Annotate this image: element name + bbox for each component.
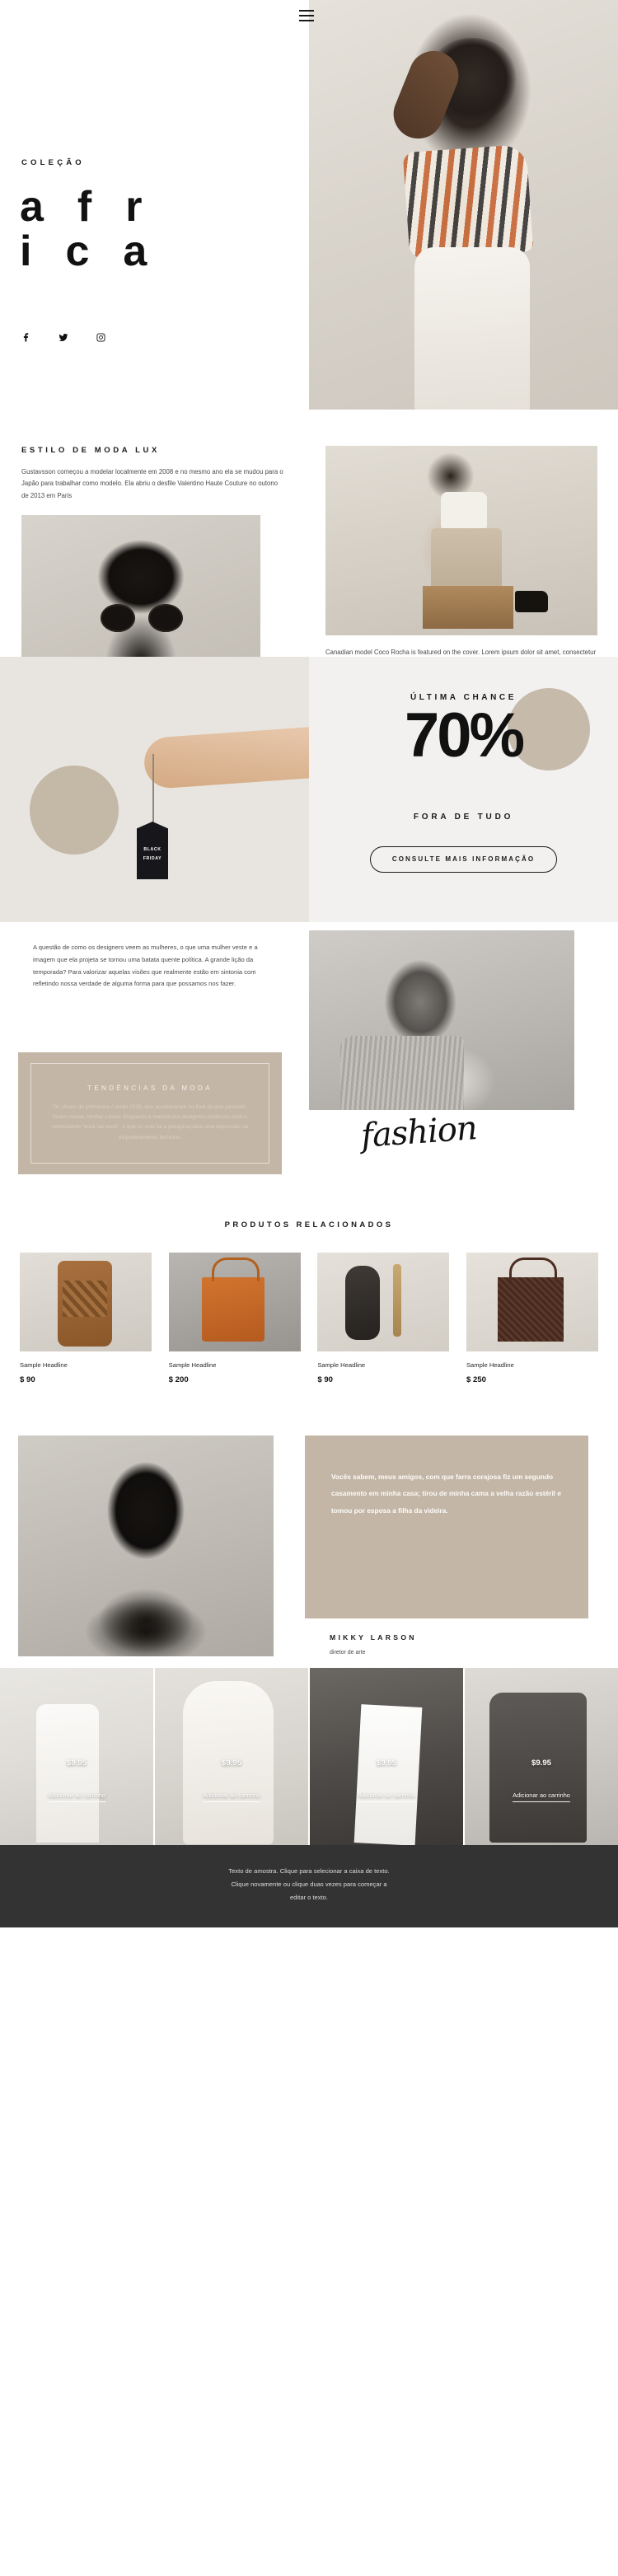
hand-shape xyxy=(143,726,309,790)
burger-bar xyxy=(299,14,314,17)
hero-kicker: COLEÇÃO xyxy=(21,158,85,167)
footer-line-2: Clique novamente ou clique duas vezes pa… xyxy=(231,1880,387,1888)
instagram-icon[interactable] xyxy=(96,333,105,342)
facebook-icon[interactable] xyxy=(21,333,30,342)
related-products-title: PRODUTOS RELACIONADOS xyxy=(224,1220,394,1229)
tan-leather-tote-image[interactable] xyxy=(168,1253,301,1351)
gallery-price: $9.95 xyxy=(531,1759,551,1768)
related-products-section: PRODUTOS RELACIONADOS Sample Headline $ … xyxy=(0,1196,618,1421)
wooden-stool-shape xyxy=(423,586,513,629)
trends-section: A questão de como os designers veem as m… xyxy=(0,922,618,1196)
testimonial-card: Vocês sabem, meus amigos, com que farra … xyxy=(305,1436,588,1618)
sale-kicker: ÚLTIMA CHANCE xyxy=(410,693,517,702)
footer-line-3: editar o texto. xyxy=(289,1893,328,1901)
product-card[interactable]: Sample Headline $ 90 xyxy=(20,1253,152,1384)
sale-section: BLACK FRIDAY ÚLTIMA CHANCE 70% FORA DE T… xyxy=(0,657,618,922)
testimonial-section: Vocês sabem, meus amigos, com que farra … xyxy=(0,1421,618,1668)
trends-card: TENDÊNCIAS DA MODA Os shows de primavera… xyxy=(18,1052,282,1174)
product-price: $ 90 xyxy=(317,1375,333,1384)
hero-section: COLEÇÃO a f r i c a xyxy=(0,0,618,410)
white-dress-street-image[interactable]: $9.95 Adicionar ao carrinho xyxy=(310,1668,463,1845)
sale-panel: ÚLTIMA CHANCE 70% FORA DE TUDO CONSULTE … xyxy=(309,657,618,922)
add-to-cart-link[interactable]: Adicionar ao carrinho xyxy=(310,1791,463,1802)
sale-more-info-button[interactable]: CONSULTE MAIS INFORMAÇÃO xyxy=(369,846,558,873)
product-card[interactable]: Sample Headline $ 90 xyxy=(317,1253,450,1384)
site-footer: Texto de amostra. Clique para selecionar… xyxy=(0,1845,618,1927)
tag-line-1: BLACK xyxy=(143,846,162,852)
woven-sandal-image[interactable] xyxy=(20,1253,152,1351)
product-name: Sample Headline xyxy=(20,1361,68,1369)
trends-model-image xyxy=(309,930,574,1110)
sunglasses-shape xyxy=(101,604,183,633)
trends-card-title: TENDÊNCIAS DA MODA xyxy=(87,1084,213,1093)
hero-striped-top-shape xyxy=(402,143,534,260)
decorative-circle xyxy=(30,766,119,855)
tag-line-2: FRIDAY xyxy=(143,855,162,861)
page-root: COLEÇÃO a f r i c a ESTILO DE MODA LUX G… xyxy=(0,0,618,1927)
hero-wordmark-row-2: i c a xyxy=(20,230,292,273)
dark-jacket-image[interactable]: $9.95 Adicionar ao carrinho xyxy=(465,1668,618,1845)
product-name: Sample Headline xyxy=(317,1361,366,1369)
crop-top-shape xyxy=(441,492,487,532)
trends-card-inner: TENDÊNCIAS DA MODA Os shows de primavera… xyxy=(30,1063,269,1164)
testimonial-author-name: MIKKY LARSON xyxy=(330,1633,417,1642)
white-outfit-image[interactable]: $9.95 Adicionar ao carrinho xyxy=(0,1668,153,1845)
hero-letter: a xyxy=(123,227,147,275)
gallery-price: $9.95 xyxy=(376,1759,396,1768)
product-price: $ 200 xyxy=(168,1375,189,1384)
estilo-title: ESTILO DE MODA LUX xyxy=(21,446,160,455)
gallery-price: $9.95 xyxy=(66,1759,87,1768)
add-to-cart-link[interactable]: Adicionar ao carrinho xyxy=(0,1791,153,1802)
sale-subtitle: FORA DE TUDO xyxy=(413,813,514,822)
product-price: $ 90 xyxy=(20,1375,35,1384)
gallery-price: $9.95 xyxy=(221,1759,241,1768)
trousers-shape xyxy=(431,528,502,589)
estilo-paragraph: Gustavsson começou a modelar localmente … xyxy=(21,468,283,499)
product-name: Sample Headline xyxy=(168,1361,217,1369)
product-price: $ 250 xyxy=(466,1375,486,1384)
footer-line-1: Texto de amostra. Clique para selecionar… xyxy=(228,1867,390,1875)
testimonial-author-role: diretor de arte xyxy=(330,1650,366,1656)
flip-flop-image[interactable] xyxy=(317,1253,450,1351)
product-card[interactable]: Sample Headline $ 250 xyxy=(466,1253,598,1384)
hero-model-image xyxy=(309,0,618,410)
hamburger-menu-icon[interactable] xyxy=(299,10,314,22)
testimonial-portrait-image xyxy=(18,1436,274,1656)
shoulders-shape xyxy=(68,1592,224,1656)
product-name: Sample Headline xyxy=(466,1361,514,1369)
product-card[interactable]: Sample Headline $ 200 xyxy=(168,1253,301,1384)
hero-pants-shape xyxy=(414,247,530,410)
estilo-section: ESTILO DE MODA LUX Gustavsson começou a … xyxy=(0,410,618,723)
fashion-script-word: fashion xyxy=(359,1109,479,1155)
shop-gallery-section: $9.95 Adicionar ao carrinho $9.95 Adicio… xyxy=(0,1668,618,1845)
hero-letter: r xyxy=(125,183,142,231)
sale-discount-value: 70% xyxy=(404,700,525,770)
add-to-cart-link[interactable]: Adicionar ao carrinho xyxy=(155,1791,308,1802)
hero-letter: a xyxy=(20,183,44,231)
hero-letter: i xyxy=(20,227,31,275)
model-on-stool-image xyxy=(325,446,597,635)
trends-intro-paragraph: A questão de como os designers veem as m… xyxy=(33,944,258,988)
hero-wordmark: a f r i c a xyxy=(20,185,292,274)
add-to-cart-link[interactable]: Adicionar ao carrinho xyxy=(465,1791,618,1802)
knit-sweater-shape xyxy=(340,1036,464,1110)
testimonial-text: Vocês sabem, meus amigos, com que farra … xyxy=(331,1473,561,1515)
product-grid: Sample Headline $ 90 Sample Headline $ 2… xyxy=(0,1253,618,1384)
trends-card-text: Os shows de primavera / verão 2019, que … xyxy=(51,1104,249,1140)
burger-bar xyxy=(299,19,314,22)
hero-letter: c xyxy=(65,227,89,275)
hero-letter: f xyxy=(77,183,91,231)
price-tag-shape: BLACK FRIDAY xyxy=(137,822,168,879)
tag-string-shape xyxy=(152,754,154,825)
cream-coat-image[interactable]: $9.95 Adicionar ao carrinho xyxy=(155,1668,308,1845)
burger-bar xyxy=(299,10,314,12)
site-header xyxy=(0,0,618,35)
hero-wordmark-row-1: a f r xyxy=(20,185,292,228)
twitter-icon[interactable] xyxy=(59,333,68,342)
social-links xyxy=(21,333,105,342)
brown-woven-bag-image[interactable] xyxy=(466,1253,598,1351)
black-friday-tag-image: BLACK FRIDAY xyxy=(0,657,309,922)
boot-shape xyxy=(515,591,548,612)
